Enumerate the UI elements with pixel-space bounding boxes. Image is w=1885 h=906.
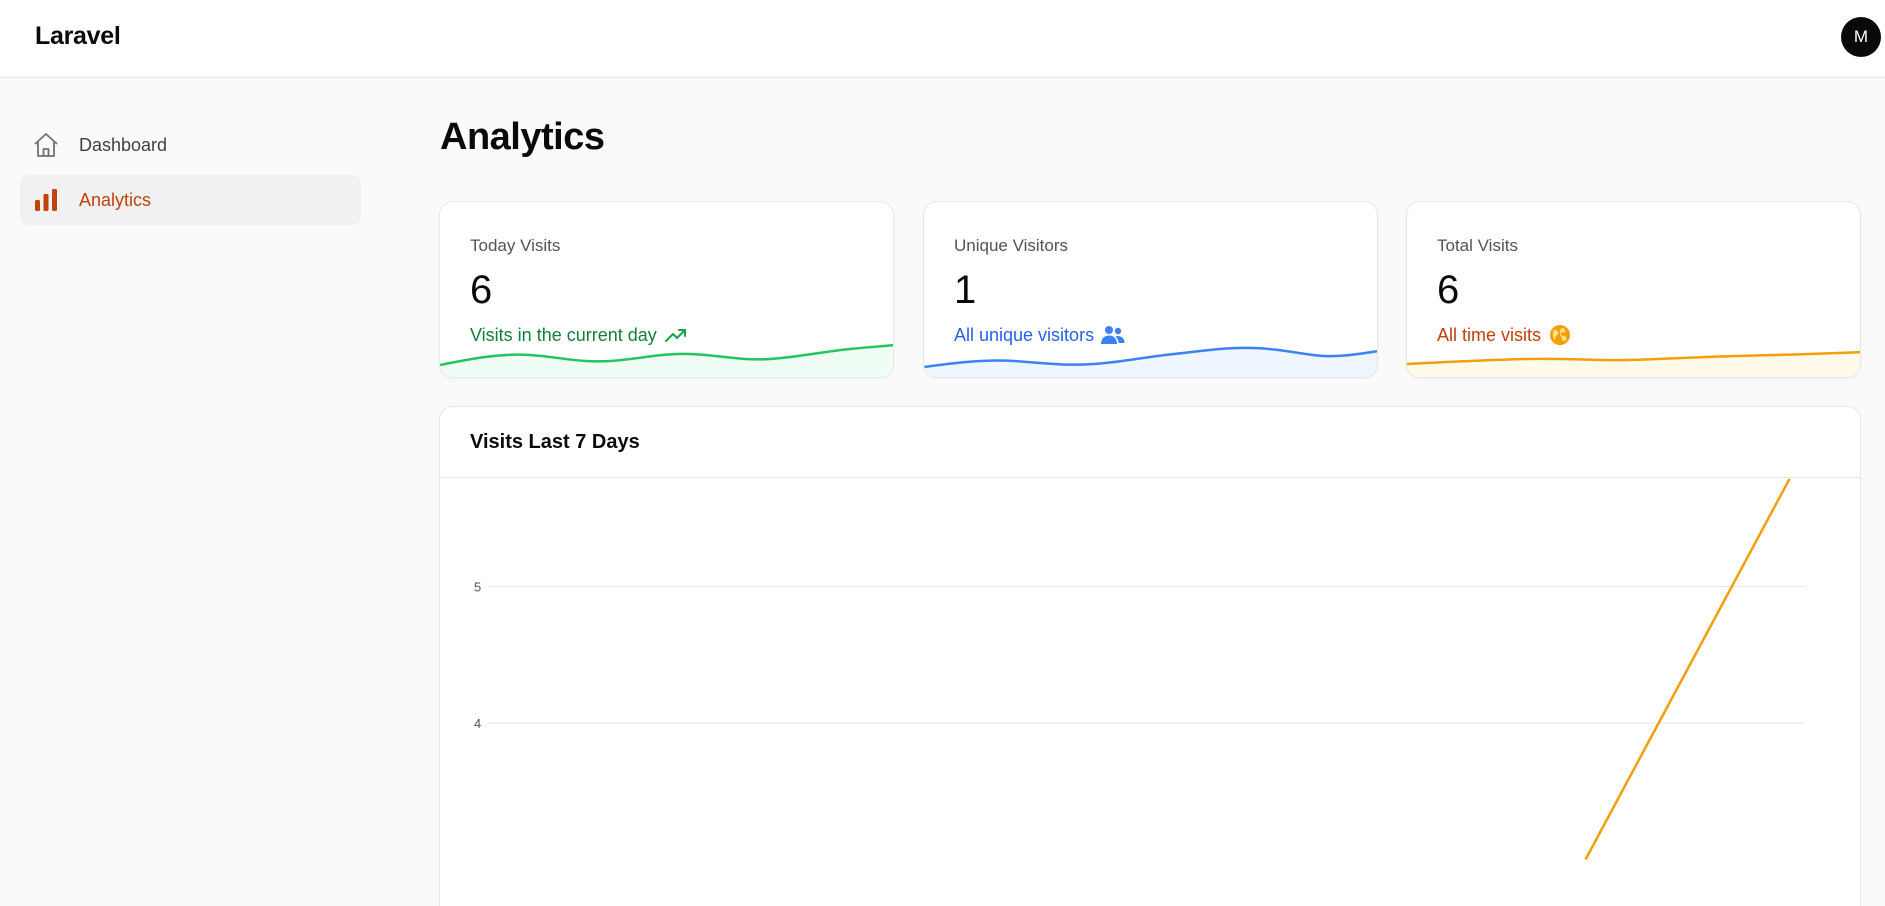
stat-value: 6 [470,268,493,312]
stat-label: Unique Visitors [954,236,1069,255]
stat-value: 6 [1437,268,1460,312]
y-tick-label: 5 [474,580,481,595]
y-tick-label: 4 [474,716,481,731]
bar-chart-icon [32,186,60,214]
stat-label: Total Visits [1437,236,1518,255]
stat-card-today-visits: Today Visits 6 Visits in the current day [439,201,894,378]
home-icon [32,131,60,159]
brand-logo[interactable]: Laravel [35,22,121,51]
sidebar-item-dashboard[interactable]: Dashboard [20,120,361,170]
stat-label: Today Visits [470,236,561,255]
sidebar-item-label: Dashboard [79,134,168,155]
visits-chart-card: Visits Last 7 Days 654 [439,406,1861,906]
sparkline-unique-visitors [924,346,1377,377]
page-title: Analytics [440,116,605,158]
sparkline-today-visits [440,343,893,377]
sidebar-item-label: Analytics [79,189,152,210]
chart-title: Visits Last 7 Days [470,430,640,453]
chart-header: Visits Last 7 Days [440,407,1860,478]
sidebar: Dashboard Analytics [20,120,361,230]
visits-line-chart: 654 [474,479,1805,861]
stat-card-total-visits: Total Visits 6 All time visits [1406,201,1861,378]
sidebar-item-analytics[interactable]: Analytics [20,175,361,225]
stat-card-unique-visitors: Unique Visitors 1 All unique visitors [923,201,1378,378]
user-avatar[interactable]: M [1841,17,1881,57]
top-bar: Laravel M [0,0,1885,78]
sparkline-total-visits [1407,350,1860,377]
series-line [1584,479,1791,861]
stat-value: 1 [954,268,977,312]
